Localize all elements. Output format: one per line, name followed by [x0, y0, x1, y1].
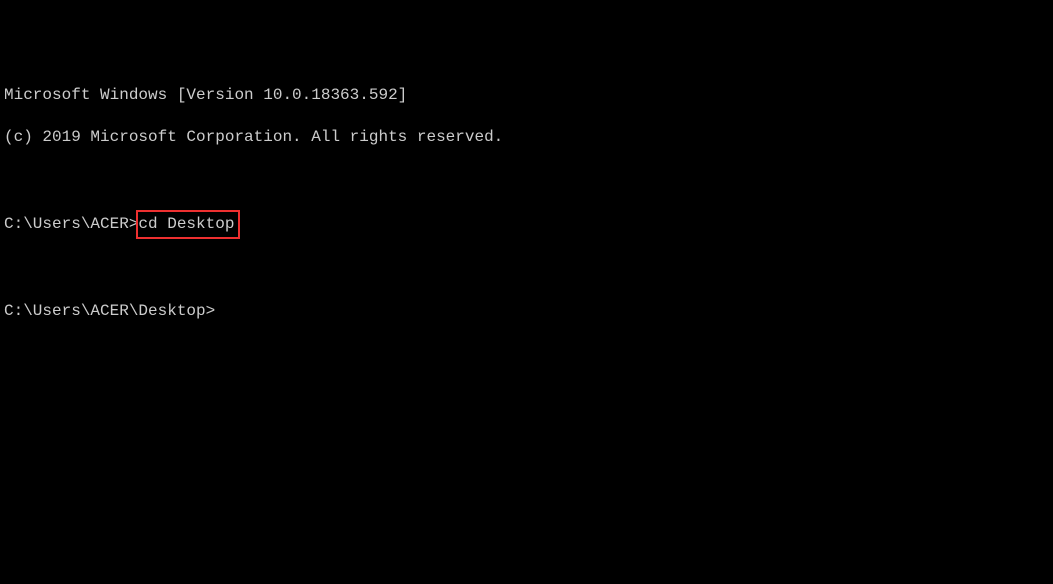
- copyright-line: (c) 2019 Microsoft Corporation. All righ…: [4, 127, 1049, 148]
- command-text: cd Desktop: [138, 215, 234, 233]
- prompt-line-1[interactable]: C:\Users\ACER>cd Desktop: [4, 210, 1049, 239]
- blank-line-2: [4, 260, 1049, 281]
- version-line: Microsoft Windows [Version 10.0.18363.59…: [4, 85, 1049, 106]
- command-highlight: cd Desktop: [136, 210, 240, 239]
- blank-line-1: [4, 168, 1049, 189]
- prompt-path-1: C:\Users\ACER>: [4, 214, 138, 235]
- prompt-line-2[interactable]: C:\Users\ACER\Desktop>: [4, 301, 1049, 322]
- prompt-path-2: C:\Users\ACER\Desktop>: [4, 301, 215, 322]
